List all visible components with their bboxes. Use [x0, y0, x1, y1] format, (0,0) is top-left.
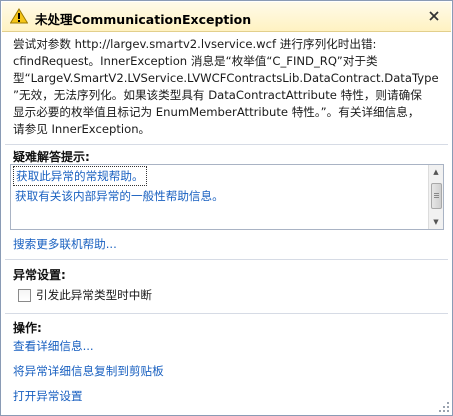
view-details-link[interactable]: 查看详细信息... — [13, 338, 94, 354]
resize-grip-icon[interactable] — [439, 402, 450, 413]
copy-exception-detail-link[interactable]: 将异常详细信息复制到剪贴板 — [13, 363, 164, 379]
tip-general-help-link[interactable]: 获取此异常的常规帮助。 — [13, 166, 147, 186]
troubleshooting-tips-list[interactable]: 获取此异常的常规帮助。 获取有关该内部异常的一般性帮助信息。 ▲ ▼ — [10, 164, 444, 230]
divider — [5, 313, 448, 314]
tip-inner-exception-help-link[interactable]: 获取有关该内部异常的一般性帮助信息。 — [13, 187, 226, 205]
scroll-up-arrow-icon[interactable]: ▲ — [429, 165, 443, 179]
close-icon[interactable] — [428, 10, 440, 22]
warning-icon — [10, 8, 28, 24]
exception-message: 尝试对参数 http://largev.smartv2.lvservice.wc… — [13, 37, 439, 136]
break-on-exception-checkbox[interactable] — [18, 289, 31, 302]
divider — [5, 259, 448, 260]
tips-scrollbar[interactable]: ▲ ▼ — [428, 165, 443, 229]
actions-heading: 操作: — [13, 321, 42, 335]
divider — [5, 144, 448, 145]
dialog-title-bar: 未处理CommunicationException — [2, 2, 451, 32]
exception-settings-heading: 异常设置: — [13, 268, 66, 282]
dialog-title: 未处理CommunicationException — [35, 12, 252, 27]
troubleshooting-heading: 疑难解答提示: — [13, 150, 90, 164]
break-on-exception-label[interactable]: 引发此异常类型时中断 — [36, 287, 152, 303]
exception-assistant-dialog: 未处理CommunicationException 尝试对参数 http://l… — [0, 0, 453, 416]
scroll-down-arrow-icon[interactable]: ▼ — [429, 215, 443, 229]
open-exception-settings-link[interactable]: 打开异常设置 — [13, 388, 83, 404]
search-online-help-link[interactable]: 搜索更多联机帮助... — [13, 236, 117, 252]
scroll-thumb[interactable] — [431, 183, 442, 209]
